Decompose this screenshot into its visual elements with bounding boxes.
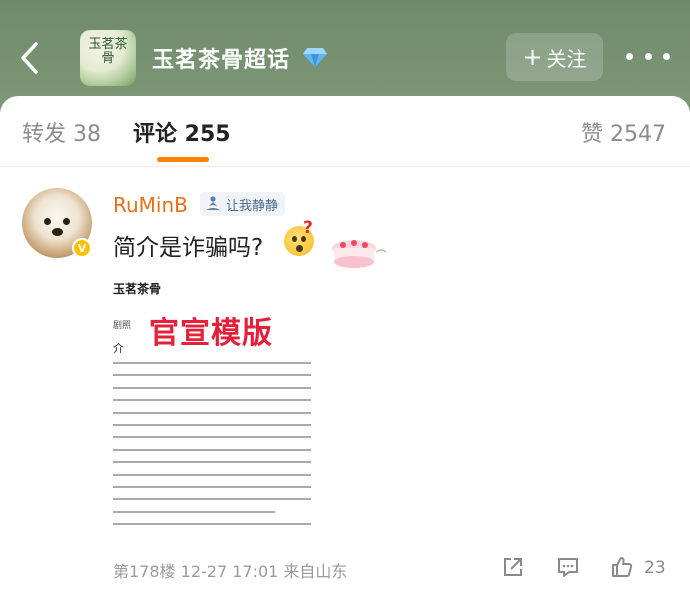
- topic-logo-text: 玉茗茶骨: [88, 37, 128, 66]
- thumbs-up-icon[interactable]: [610, 555, 634, 579]
- more-dots-icon[interactable]: [626, 48, 670, 64]
- topic-title: 玉茗茶骨超话: [152, 48, 291, 73]
- divider: [0, 166, 690, 167]
- comment-meta: 第178楼 12-27 17:01 来自山东: [113, 558, 347, 582]
- comment-image[interactable]: 玉茗茶骨 剧照 官宣模版 介: [113, 278, 323, 526]
- image-brand-text: 玉茗茶骨: [113, 282, 162, 296]
- comment-text: 简介是诈骗吗?: [113, 235, 264, 261]
- tab-comments[interactable]: 评论 255: [133, 116, 231, 148]
- diamond-icon: [303, 48, 327, 67]
- fan-badge-label: 让我静静: [226, 198, 279, 214]
- comment-datetime: 12-27 17:01: [180, 562, 279, 581]
- username[interactable]: RuMinB: [113, 193, 188, 217]
- tab-repost[interactable]: 转发 38: [22, 116, 101, 148]
- floor-number: 第178楼: [113, 562, 176, 581]
- back-button[interactable]: [14, 38, 48, 78]
- image-mark-text: 介: [113, 342, 124, 355]
- share-icon[interactable]: [501, 555, 525, 579]
- follow-button[interactable]: + 关注: [506, 33, 603, 81]
- follow-label: 关注: [546, 46, 587, 71]
- comment-tabs: 转发 38 评论 255 赞 2547: [0, 96, 690, 166]
- verified-badge-icon: V: [72, 238, 92, 258]
- chevron-left-icon: [21, 42, 38, 74]
- topic-logo[interactable]: 玉茗茶骨: [80, 30, 136, 86]
- fan-badge[interactable]: 让我静静: [200, 192, 286, 216]
- image-small-text: 剧照: [113, 321, 132, 331]
- image-stamp-text: 官宣模版: [149, 316, 273, 351]
- plus-icon: +: [522, 43, 543, 71]
- tab-likes[interactable]: 赞 2547: [581, 116, 666, 148]
- active-tab-indicator: [157, 157, 209, 162]
- comment-sheet: 转发 38 评论 255 赞 2547 V RuMinB 让我静静 简介是诈骗吗…: [0, 96, 690, 597]
- like-count: 23: [644, 558, 666, 578]
- image-body-text-lines: [113, 362, 311, 526]
- comment-location: 来自山东: [283, 562, 348, 581]
- meditation-figure-icon: [206, 196, 220, 210]
- thinking-emoji-icon: ?: [284, 218, 314, 256]
- cake-decoration-icon: [332, 240, 387, 268]
- reply-bubble-icon[interactable]: [556, 555, 580, 579]
